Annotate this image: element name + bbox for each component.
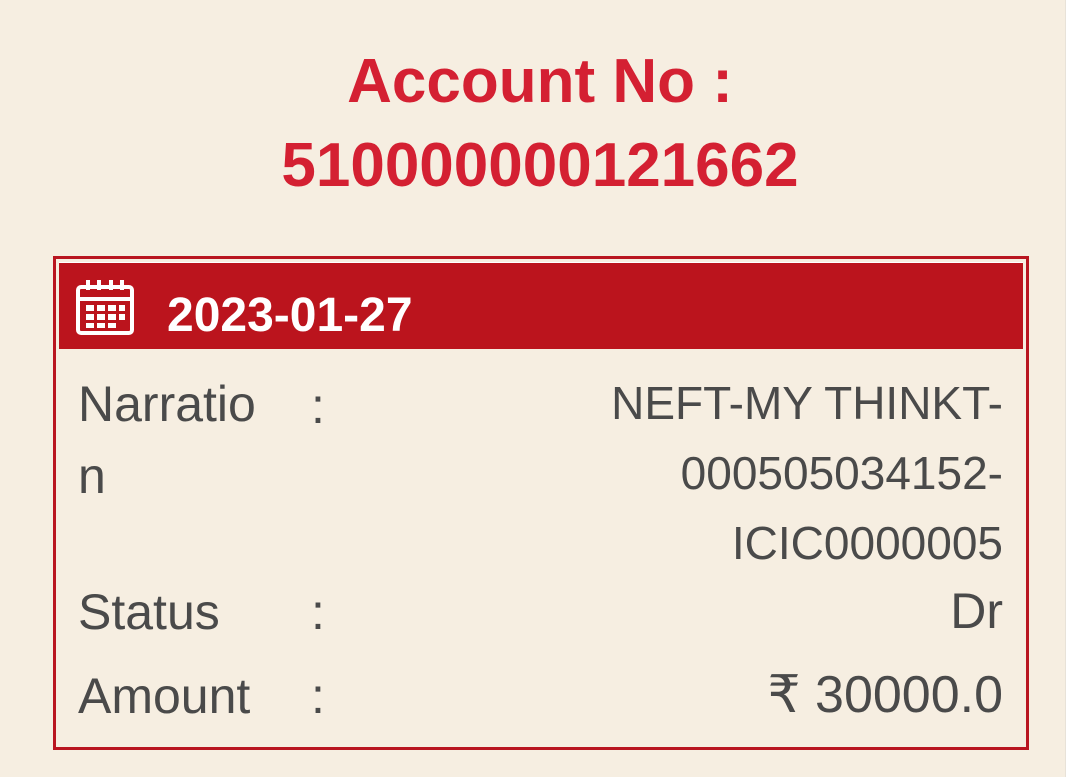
status-label: Status bbox=[78, 584, 220, 640]
status-value: Dr bbox=[950, 583, 1003, 639]
narration-colon: : bbox=[311, 378, 325, 434]
narration-value-line2: 000505034152- bbox=[680, 447, 1003, 499]
transaction-card[interactable]: 2023-01-27 Narratio n : NEFT-MY THINKT- … bbox=[53, 256, 1029, 750]
narration-label-line1: Narratio bbox=[78, 376, 256, 432]
narration-label-line2: n bbox=[78, 448, 106, 504]
narration-value: NEFT-MY THINKT- 000505034152- ICIC000000… bbox=[611, 368, 1003, 578]
calendar-icon bbox=[76, 280, 134, 335]
account-header: Account No : 510000000121662 bbox=[0, 40, 1080, 208]
scrollbar-track[interactable] bbox=[1065, 0, 1080, 777]
narration-value-line3: ICIC0000005 bbox=[731, 517, 1003, 569]
narration-value-line1: NEFT-MY THINKT- bbox=[611, 377, 1003, 429]
status-colon: : bbox=[311, 584, 325, 640]
account-number: 510000000121662 bbox=[281, 131, 799, 200]
transaction-date-bar: 2023-01-27 bbox=[59, 262, 1023, 349]
narration-label: Narratio n bbox=[78, 368, 256, 512]
amount-label: Amount bbox=[78, 668, 251, 724]
amount-colon: : bbox=[311, 668, 325, 724]
transaction-date: 2023-01-27 bbox=[167, 289, 413, 342]
account-label: Account No : bbox=[347, 47, 733, 116]
amount-value: ₹ 30000.0 bbox=[767, 666, 1004, 724]
